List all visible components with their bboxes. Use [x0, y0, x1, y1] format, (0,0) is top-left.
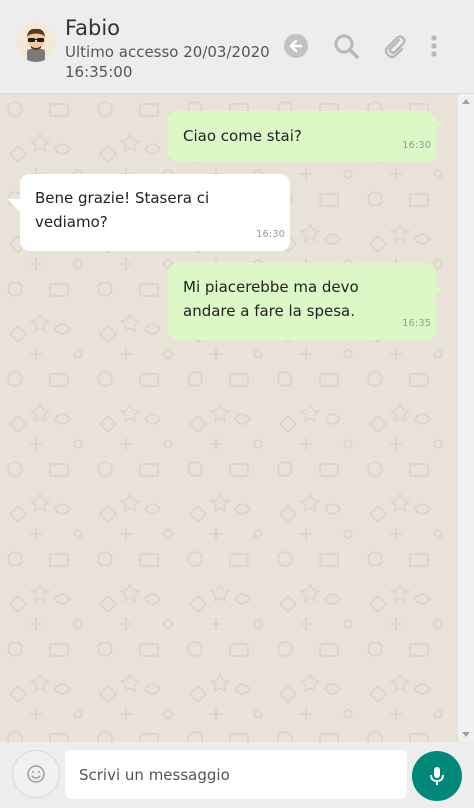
microphone-icon [430, 767, 444, 785]
chat-header: Fabio Ultimo accesso 20/03/2020 16:35:00 [0, 0, 474, 94]
paperclip-icon[interactable] [381, 32, 409, 60]
message-bubble-outgoing[interactable]: Mi piacerebbe ma devo andare a fare la s… [168, 263, 436, 340]
emoji-icon [27, 765, 45, 783]
message-input[interactable] [65, 750, 407, 799]
more-vert-icon[interactable] [420, 32, 448, 60]
chat-scrollbar[interactable] [458, 94, 474, 742]
bubble-tail [430, 287, 444, 301]
microphone-button[interactable] [412, 751, 462, 801]
scroll-down-arrow-icon[interactable] [462, 732, 470, 737]
message-text: Bene grazie! Stasera ci vediamo? [35, 189, 210, 231]
message-bubble-incoming[interactable]: Bene grazie! Stasera ci vediamo? 16:30 [20, 174, 290, 251]
message-time: 16:30 [402, 140, 431, 151]
bubble-tail [430, 122, 444, 136]
message-time: 16:30 [256, 229, 285, 240]
message-bubble-outgoing[interactable]: Ciao come stai? 16:30 [168, 111, 436, 162]
message-composer [0, 742, 474, 808]
last-seen-status: Ultimo accesso 20/03/2020 16:35:00 [65, 43, 270, 81]
contact-name: Fabio [65, 16, 121, 40]
chat-area[interactable]: Ciao come stai? 16:30 Bene grazie! Stase… [0, 94, 458, 742]
back-arrow-icon[interactable] [282, 32, 310, 60]
avatar[interactable] [16, 22, 56, 62]
message-text: Mi piacerebbe ma devo andare a fare la s… [183, 278, 359, 320]
chat-app: Fabio Ultimo accesso 20/03/2020 16:35:00 [0, 0, 474, 808]
search-icon[interactable] [332, 32, 360, 60]
bubble-tail [7, 199, 21, 213]
message-time: 16:35 [402, 318, 431, 329]
message-text: Ciao come stai? [183, 127, 302, 145]
scroll-up-arrow-icon[interactable] [462, 99, 470, 104]
emoji-button[interactable] [12, 750, 60, 798]
